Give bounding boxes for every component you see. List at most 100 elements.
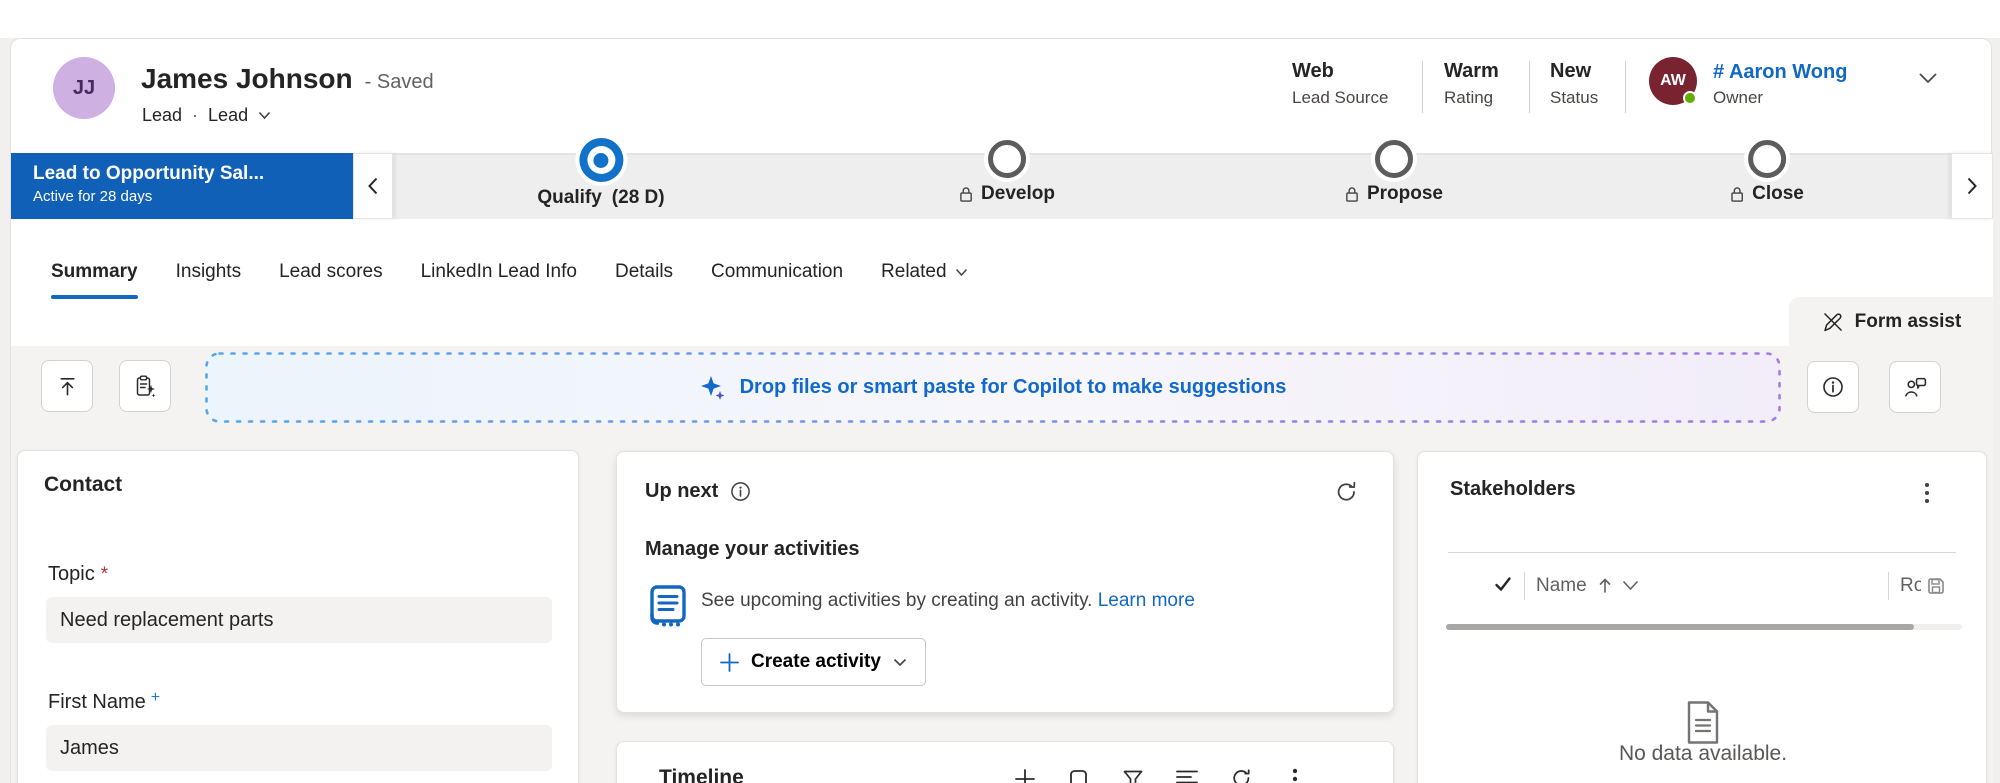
- timeline-card: Timeline: [616, 741, 1394, 783]
- page-title: James Johnson: [141, 63, 353, 94]
- role-column-header[interactable]: Role: [1900, 575, 1921, 597]
- chevron-down-icon[interactable]: [258, 111, 271, 120]
- copilot-sparkle-icon: [700, 375, 726, 401]
- header-field-status[interactable]: New Status: [1550, 59, 1598, 108]
- collapse-header-chevron-icon[interactable]: [1913, 63, 1943, 93]
- header-divider: [1529, 61, 1530, 113]
- pen-slash-icon: [1821, 310, 1845, 334]
- timeline-title: Timeline: [659, 766, 744, 783]
- name-column-header[interactable]: Name: [1536, 575, 1587, 597]
- save-status: - Saved: [364, 71, 434, 93]
- stakeholders-more-commands-icon[interactable]: [1916, 480, 1938, 506]
- lock-icon: [959, 186, 973, 203]
- process-scroll-left-button[interactable]: [353, 153, 393, 219]
- process-stage-qualify[interactable]: Qualify (28 D): [537, 138, 665, 209]
- contact-section-card: Contact Topic* First Name+: [17, 450, 579, 783]
- top-band: [0, 0, 2000, 38]
- up-next-title: Up next: [645, 480, 719, 502]
- form-selector[interactable]: Lead: [208, 105, 248, 126]
- tab-list: Summary Insights Lead scores LinkedIn Le…: [49, 257, 970, 301]
- tab-related[interactable]: Related: [879, 257, 970, 301]
- feedback-button[interactable]: [1889, 361, 1941, 413]
- stage-label: Propose: [1366, 183, 1444, 204]
- tab-details[interactable]: Details: [613, 257, 675, 301]
- lock-icon: [1345, 186, 1359, 203]
- owner-link[interactable]: # Aaron Wong: [1713, 61, 1847, 84]
- tab-communication[interactable]: Communication: [709, 257, 845, 301]
- tab-summary[interactable]: Summary: [49, 257, 140, 301]
- inactive-stage-icon: [987, 140, 1026, 178]
- lead-record-page: JJ James Johnson - Saved Lead · Lead Web…: [0, 0, 2000, 783]
- record-avatar: JJ: [53, 57, 115, 119]
- save-icon: [1926, 576, 1946, 596]
- timeline-more-commands-icon[interactable]: [1283, 768, 1307, 783]
- status-label: Status: [1550, 88, 1599, 107]
- no-data-text: No data available.: [1618, 742, 1788, 765]
- horizontal-scrollbar: [1446, 624, 1962, 630]
- copilot-dropzone[interactable]: Drop files or smart paste for Copilot to…: [205, 352, 1781, 423]
- entity-label: Lead: [142, 105, 183, 125]
- summary-tab-content: Drop files or smart paste for Copilot to…: [11, 346, 1993, 783]
- process-stage-develop[interactable]: Develop: [959, 140, 1055, 205]
- create-timeline-record-icon[interactable]: [1013, 768, 1037, 783]
- process-scroll-right-button[interactable]: [1951, 153, 1993, 219]
- dropzone-label: Drop files or smart paste for Copilot to…: [739, 376, 1287, 398]
- smart-paste-button[interactable]: [119, 360, 171, 412]
- search-timeline-icon[interactable]: [1067, 768, 1091, 783]
- required-marker: *: [100, 564, 109, 585]
- process-stage-close[interactable]: Close: [1730, 140, 1804, 205]
- business-process-flow: Qualify (28 D) Develop Propose Close Lea…: [11, 138, 1993, 219]
- record-form-card: JJ James Johnson - Saved Lead · Lead Web…: [10, 38, 1993, 783]
- header-field-rating[interactable]: Warm Rating: [1444, 59, 1499, 108]
- activities-icon: [649, 584, 687, 628]
- up-next-card: Up next Manage your activities See upcom…: [616, 451, 1394, 713]
- refresh-icon[interactable]: [1331, 478, 1361, 508]
- stage-label: Develop: [981, 183, 1055, 204]
- stakeholders-card: Stakeholders Name Role: [1417, 451, 1987, 783]
- rating-value: Warm: [1444, 60, 1499, 82]
- first-name-field-label: First Name +: [48, 689, 161, 713]
- topic-field-label: Topic *: [48, 563, 109, 585]
- owner-label: Owner: [1713, 88, 1764, 107]
- upload-file-button[interactable]: [41, 360, 93, 412]
- contact-section-title: Contact: [44, 473, 123, 496]
- lead-source-value: Web: [1292, 60, 1334, 82]
- stakeholders-title: Stakeholders: [1450, 478, 1576, 500]
- header-field-lead-source[interactable]: Web Lead Source: [1292, 59, 1388, 108]
- divider: [1448, 552, 1956, 553]
- empty-document-icon: [1685, 700, 1721, 745]
- header-divider: [1422, 61, 1423, 113]
- topic-input[interactable]: [46, 597, 552, 643]
- process-stage-propose[interactable]: Propose: [1345, 140, 1444, 205]
- stage-label: Close: [1752, 183, 1804, 204]
- learn-more-link[interactable]: Learn more: [1098, 590, 1195, 611]
- create-activity-button[interactable]: Create activity: [701, 638, 926, 686]
- tab-lead-scores[interactable]: Lead scores: [277, 257, 385, 301]
- column-menu-chevron-icon[interactable]: [1622, 580, 1639, 591]
- inactive-stage-icon: [1748, 140, 1786, 178]
- record-title-row: James Johnson - Saved: [141, 63, 434, 95]
- refresh-timeline-icon[interactable]: [1229, 768, 1253, 783]
- chevron-down-icon: [955, 261, 968, 282]
- info-icon[interactable]: [730, 481, 751, 502]
- stage-duration: (28 D): [611, 187, 665, 208]
- form-assist-button[interactable]: Form assist: [1789, 297, 1993, 346]
- process-status: Active for 28 days: [33, 188, 153, 205]
- rating-label: Rating: [1444, 88, 1494, 107]
- scrollbar-thumb[interactable]: [1446, 624, 1914, 630]
- tab-linkedin-lead-info[interactable]: LinkedIn Lead Info: [419, 257, 579, 301]
- process-name-box[interactable]: Lead to Opportunity Sal... Active for 28…: [11, 153, 353, 219]
- filter-timeline-icon[interactable]: [1121, 768, 1145, 783]
- column-separator: [1888, 572, 1889, 600]
- expand-records-icon[interactable]: [1175, 768, 1199, 783]
- lead-source-label: Lead Source: [1292, 88, 1389, 107]
- sort-ascending-icon: [1598, 577, 1612, 594]
- info-button[interactable]: [1807, 361, 1859, 413]
- tab-insights[interactable]: Insights: [174, 257, 243, 301]
- plus-icon: [720, 652, 739, 672]
- status-value: New: [1550, 60, 1592, 82]
- first-name-input[interactable]: [46, 725, 552, 771]
- stage-label: Qualify: [537, 187, 602, 208]
- select-all-checkmark-icon[interactable]: [1494, 576, 1512, 593]
- form-assist-label: Form assist: [1854, 310, 1962, 332]
